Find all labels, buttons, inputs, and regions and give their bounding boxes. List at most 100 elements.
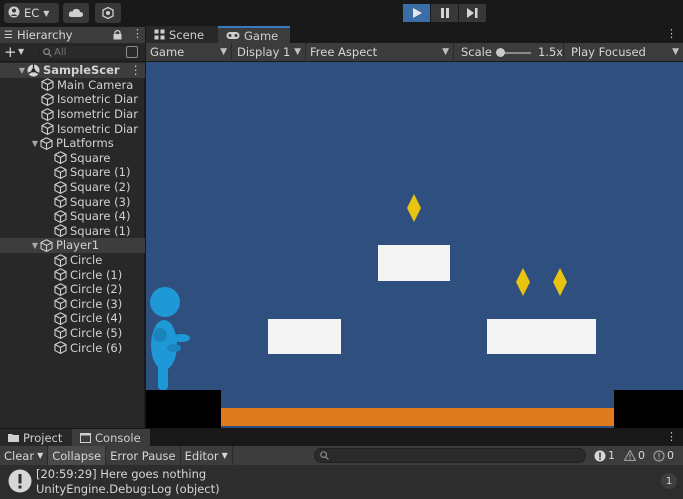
collapse-toggle[interactable]: Collapse [48,446,107,465]
hierarchy-item[interactable]: Isometric Diar [0,92,145,107]
chevron-down-icon: ▼ [294,47,301,57]
gem-right-2 [553,268,567,296]
gamepad-icon [226,32,240,39]
hierarchy-item[interactable]: Isometric Diar [0,121,145,136]
hierarchy-item[interactable]: Main Camera [0,78,145,93]
gem-top [407,194,421,222]
hierarchy-item-label: Isometric Diar [57,121,138,136]
play-focused-dropdown[interactable]: Play Focused ▼ [564,43,683,62]
kebab-menu-icon[interactable]: ⋮ [666,27,677,40]
kebab-menu-icon[interactable]: ⋮ [132,27,143,40]
hierarchy-item[interactable]: Circle (3) [0,297,145,312]
clear-label: Clear [4,448,35,463]
kebab-menu-icon[interactable]: ⋮ [666,430,677,443]
collab-button[interactable] [95,3,121,23]
cloud-button[interactable] [63,3,89,23]
hierarchy-item-label: Square (1) [70,165,131,180]
hierarchy-item-label: Square (1) [70,223,131,238]
cube-icon [54,180,67,194]
hierarchy-item[interactable]: Square (3) [0,194,145,209]
editor-dropdown[interactable]: Editor ▼ [181,446,233,465]
tab-scene-label: Scene [169,27,205,42]
hierarchy-item[interactable]: ▼ PLatforms [0,136,145,151]
hierarchy-item[interactable]: ▼ Player1 [0,238,145,253]
clear-button[interactable]: Clear ▼ [0,446,49,465]
error-count-toggle[interactable]: 0 [653,446,674,465]
play-focused-label: Play Focused [571,45,646,59]
aspect-dropdown[interactable]: Free Aspect ▼ [306,42,454,62]
hierarchy-item[interactable]: Square (1) [0,224,145,239]
log-line-1: [20:59:29] Here goes nothing [36,467,207,481]
expand-triangle-icon[interactable]: ▼ [30,241,40,250]
info-count: 1 [608,449,615,462]
hierarchy-item[interactable]: Circle (1) [0,267,145,282]
add-object-button[interactable]: + [4,43,17,61]
info-count-toggle[interactable]: 1 [594,446,615,465]
hierarchy-item[interactable]: Square (1) [0,165,145,180]
game-view[interactable] [146,62,683,428]
hierarchy-item[interactable]: Circle (5) [0,326,145,341]
platform-left [268,319,341,354]
scale-slider-thumb[interactable] [496,47,505,57]
scale-slider[interactable] [496,47,531,57]
hierarchy-tree: ▼ SampleScer ⋮ Main Camera Isometric Diar Iso… [0,63,145,355]
hierarchy-item[interactable]: Circle (4) [0,311,145,326]
hierarchy-item[interactable]: Square (4) [0,209,145,224]
console-search[interactable] [314,448,586,463]
kebab-menu-icon[interactable]: ⋮ [130,63,142,77]
pause-button[interactable] [431,4,458,22]
hierarchy-item[interactable]: Circle [0,253,145,268]
log-line-2: UnityEngine.Debug:Log (object) [36,482,220,496]
hierarchy-item[interactable]: Circle (2) [0,282,145,297]
hierarchy-item-label: Isometric Diar [57,92,138,107]
account-label: EC [24,6,40,20]
tab-project-label: Project [23,430,63,445]
editor-label: Editor [184,448,219,463]
collab-icon [102,7,114,19]
search-input[interactable] [54,47,114,58]
console-log-entry[interactable]: [20:59:29] Here goes nothing UnityEngine… [0,465,683,499]
game-canvas [146,194,683,428]
chevron-down-icon[interactable]: ▼ [18,47,24,56]
cube-icon [54,326,67,340]
hierarchy-item[interactable]: Circle (6) [0,340,145,355]
play-button[interactable] [403,4,430,22]
aspect-label: Free Aspect [310,45,378,59]
cloud-icon [68,8,84,17]
hierarchy-item-label: Circle [70,253,103,268]
grid-icon [154,29,165,40]
search-icon [320,451,329,460]
account-dropdown[interactable]: EC ▼ [4,3,59,23]
step-button[interactable] [459,4,486,22]
cube-icon [41,107,54,121]
cube-icon [54,195,67,209]
scene-game-tabs: Scene Game ⋮ [146,26,683,43]
hierarchy-item[interactable]: Square (2) [0,180,145,195]
game-mode-dropdown[interactable]: Game ▼ [146,42,232,62]
hierarchy-search[interactable] [38,45,140,60]
cube-icon [54,209,67,223]
hierarchy-item-label: SampleScer [43,63,120,78]
hierarchy-item[interactable]: Isometric Diar [0,107,145,122]
hierarchy-item[interactable]: Square [0,151,145,166]
display-label: Display 1 [237,45,291,59]
chevron-down-icon: ▼ [672,47,679,57]
expand-triangle-icon[interactable]: ▼ [17,66,27,75]
lock-icon[interactable] [113,29,122,43]
collapse-label: Collapse [52,448,102,463]
hierarchy-item-label: Square (4) [70,209,131,224]
display-dropdown[interactable]: Display 1 ▼ [232,42,306,62]
hierarchy-item[interactable]: ▼ SampleScer ⋮ [0,63,145,78]
error-pause-label: Error Pause [110,448,176,463]
expand-triangle-icon[interactable]: ▼ [30,139,40,148]
warning-count-toggle[interactable]: 0 [624,446,645,465]
tab-project[interactable]: Project [0,429,72,446]
tab-hierarchy[interactable]: ☰ Hierarchy ⋮ [0,26,145,43]
tab-scene[interactable]: Scene [146,26,218,43]
error-pause-toggle[interactable]: Error Pause [106,446,181,465]
chevron-down-icon: ▼ [37,451,44,460]
tab-game[interactable]: Game [218,26,290,43]
tab-console[interactable]: Console [72,429,150,446]
cube-icon [54,224,67,238]
search-mode-icon[interactable] [126,46,138,58]
